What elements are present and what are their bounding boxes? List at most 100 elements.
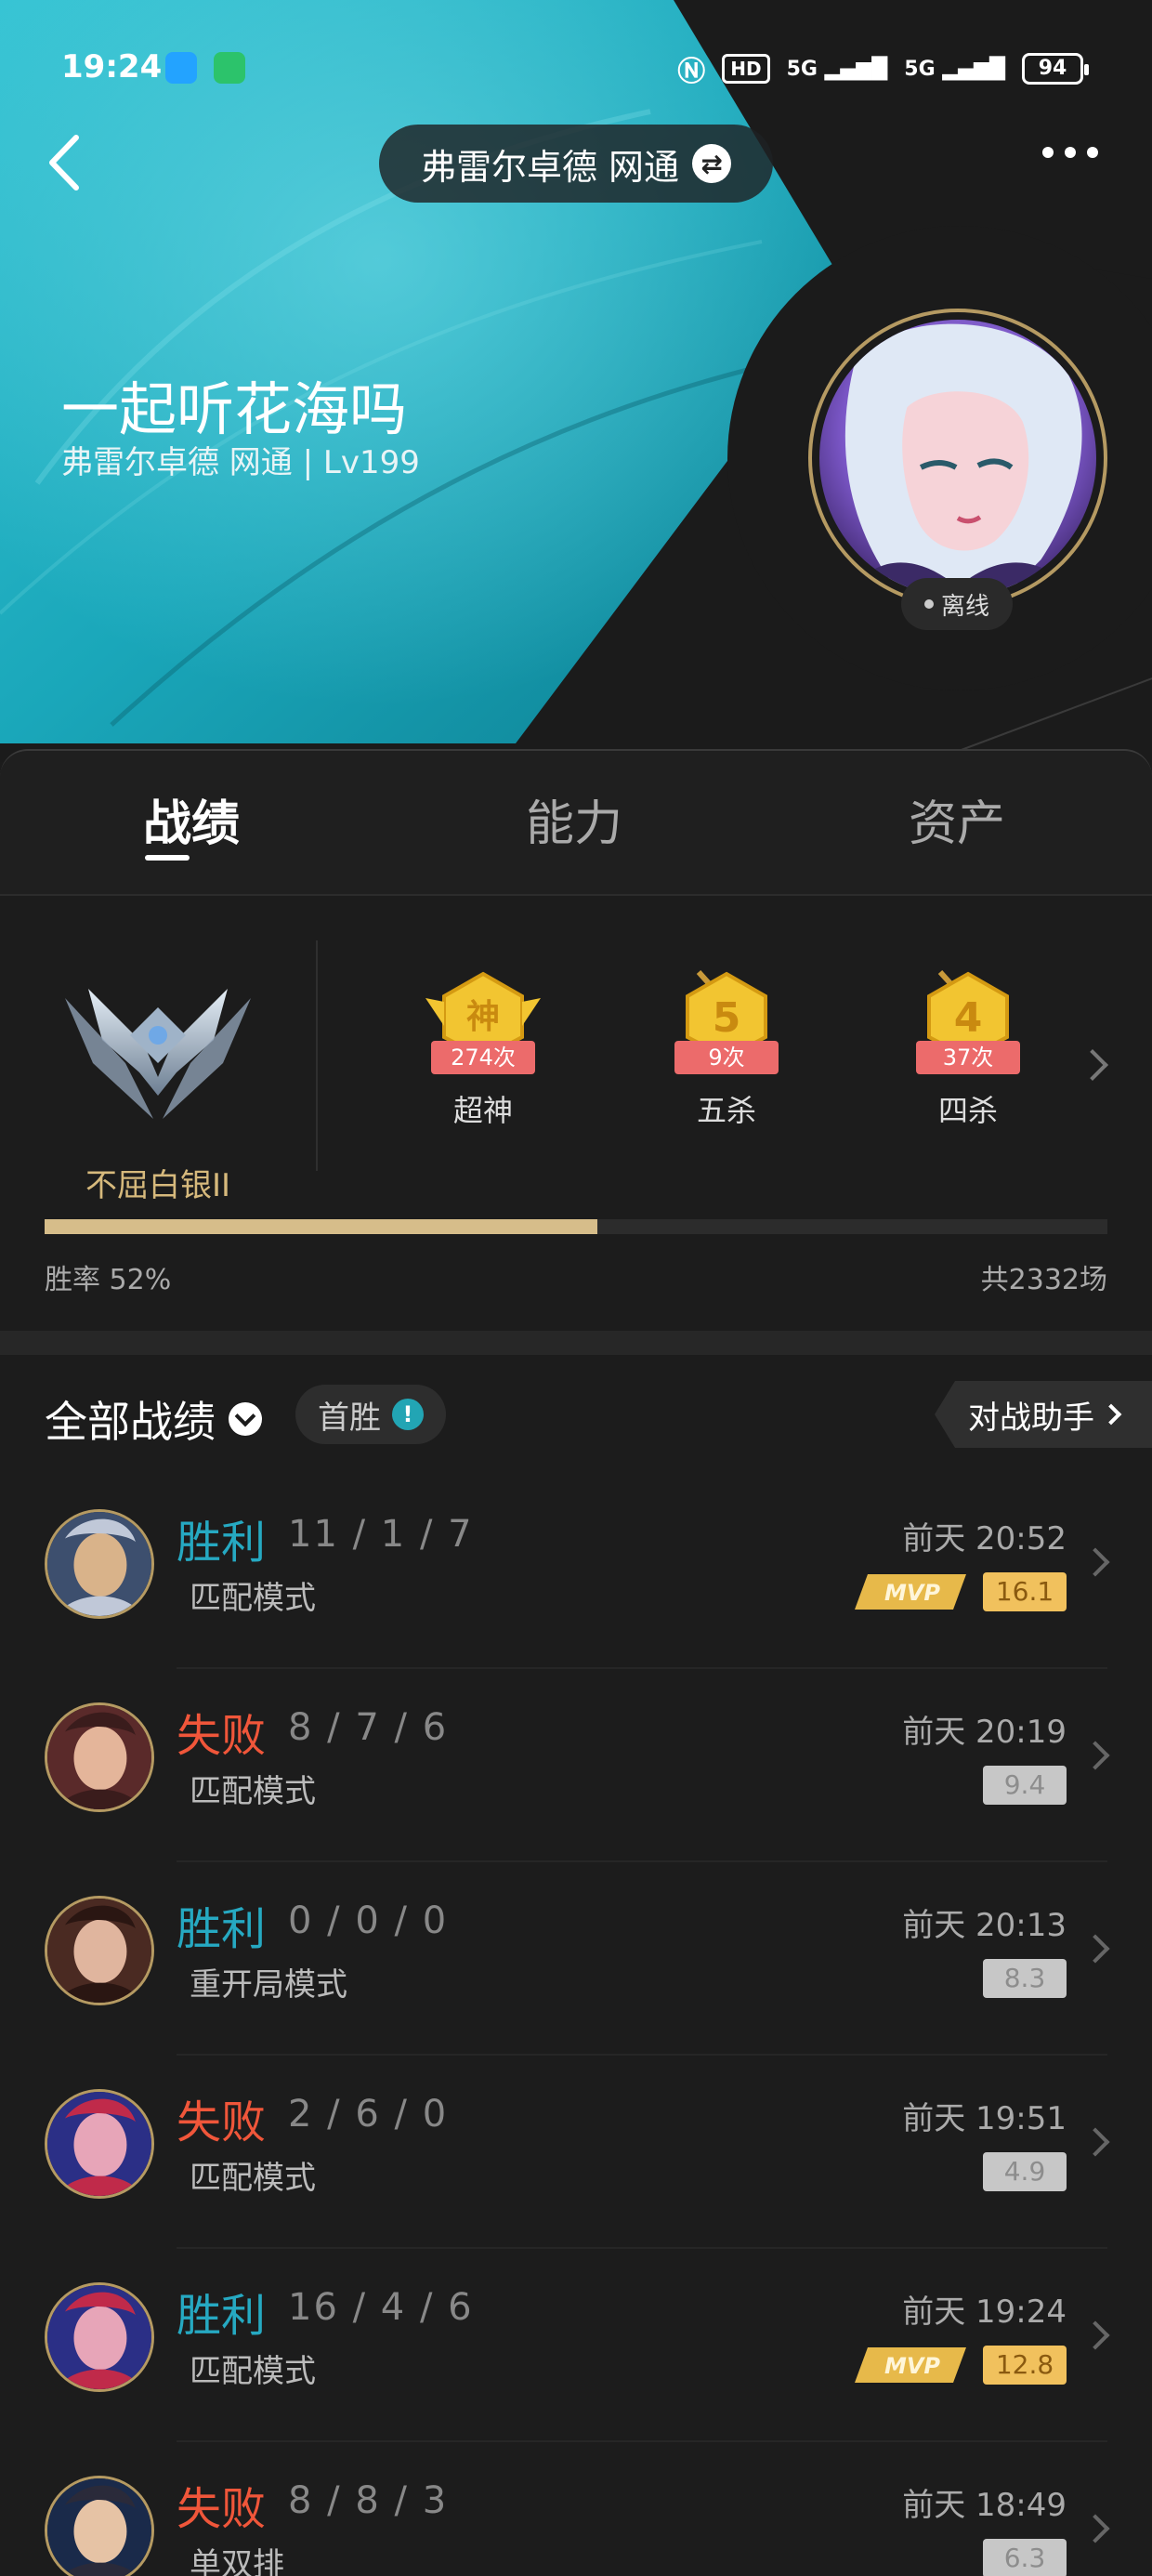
chevron-down-icon — [229, 1402, 262, 1436]
svg-text:4: 4 — [954, 994, 983, 1042]
tab-assets[interactable]: 资产 — [864, 784, 1050, 854]
match-row[interactable]: 胜利 0 / 0 / 0 重开局模式 前天 20:13 8.3 — [0, 1862, 1152, 2056]
match-kda: 16 / 4 / 6 — [288, 2286, 474, 2329]
battery-icon: 94 — [1022, 53, 1089, 85]
match-kda: 8 / 7 / 6 — [288, 1706, 449, 1749]
champion-portrait — [47, 1899, 151, 2003]
match-kda: 11 / 1 / 7 — [288, 1513, 474, 1556]
swap-icon: ⇄ — [692, 144, 732, 183]
status-bar: 19:24 Ⓝ HD 5G ▂▄▆█ 5G ▂▄▆█ 94 — [0, 0, 1152, 139]
svg-text:神: 神 — [466, 998, 500, 1036]
silver-rank-icon — [65, 989, 251, 1119]
first-win-chip[interactable]: 首胜 ! — [295, 1385, 446, 1444]
match-time: 前天 19:24 — [902, 2293, 1067, 2331]
medal-quadra-kill[interactable]: 4 37次 四杀 — [903, 969, 1033, 1147]
champion-portrait — [47, 1705, 151, 1809]
match-result: 胜利 — [177, 1517, 267, 1569]
medal-penta-kill[interactable]: 5 9次 五杀 — [661, 969, 792, 1147]
match-mode: 匹配模式 — [190, 1580, 316, 1617]
match-result: 失败 — [177, 2096, 267, 2149]
win-rate-text: 胜率 52% — [45, 1264, 172, 1296]
match-mode: 单双排 — [190, 2546, 284, 2576]
player-nickname: 一起听花海吗 — [61, 375, 408, 443]
match-score: 6.3 — [983, 2539, 1067, 2576]
match-mode: 重开局模式 — [190, 1966, 347, 2004]
tab-record[interactable]: 战绩 — [98, 784, 284, 854]
chevron-right-icon — [1080, 1934, 1110, 1964]
mvp-badge-icon: MVP — [855, 1574, 966, 1610]
dot-icon — [1065, 147, 1076, 158]
match-score: 9.4 — [983, 1766, 1067, 1805]
match-filter-dropdown[interactable]: 全部战绩 — [45, 1388, 262, 1450]
rank-badge[interactable]: 不屈白银II — [37, 933, 279, 1204]
match-time: 前天 20:19 — [902, 1714, 1067, 1751]
medal-name: 超神 — [452, 1093, 513, 1128]
medal-name: 四杀 — [937, 1093, 998, 1128]
medal-legendary[interactable]: 神 274次 超神 — [418, 970, 548, 1147]
match-mode: 匹配模式 — [190, 2353, 316, 2390]
status-dot-icon — [923, 599, 934, 609]
back-arrow-icon[interactable] — [37, 130, 102, 195]
nfc-icon: Ⓝ — [677, 56, 706, 88]
chevron-right-icon — [1080, 2320, 1110, 2350]
more-options-button[interactable] — [1042, 147, 1098, 158]
match-score: 4.9 — [983, 2152, 1067, 2191]
player-avatar[interactable] — [808, 309, 1107, 608]
match-result: 失败 — [177, 1710, 267, 1762]
status-indicators: Ⓝ HD 5G ▂▄▆█ 5G ▂▄▆█ 94 — [677, 48, 1089, 89]
stats-divider — [316, 940, 318, 1171]
champion-avatar — [45, 1896, 154, 2005]
champion-portrait — [47, 2478, 151, 2576]
info-icon: ! — [392, 1399, 424, 1430]
match-list-header: 全部战绩 首胜 ! 对战助手 — [0, 1355, 1152, 1476]
match-time: 前天 19:51 — [902, 2100, 1067, 2137]
champion-portrait — [47, 1512, 151, 1616]
avatar-portrait — [819, 320, 1096, 597]
match-score: 16.1 — [983, 1572, 1067, 1611]
champion-portrait — [47, 2285, 151, 2389]
signal-icon: 5G ▂▄▆█ — [786, 57, 888, 81]
chat-app-icon — [214, 52, 245, 84]
match-kda: 8 / 8 / 3 — [288, 2479, 449, 2522]
svg-text:MVP: MVP — [884, 2353, 940, 2379]
section-separator — [0, 1331, 1152, 1355]
match-row[interactable]: 失败 8 / 8 / 3 单双排 前天 18:49 6.3 — [0, 2442, 1152, 2576]
player-server-level: 弗雷尔卓德 网通 | Lv199 — [61, 444, 420, 481]
battle-assistant-button[interactable]: 对战助手 — [935, 1381, 1152, 1448]
match-row[interactable]: 失败 2 / 6 / 0 匹配模式 前天 19:51 4.9 — [0, 2056, 1152, 2249]
stats-panel: 不屈白银II 神 274次 超神 5 9次 五杀 4 37次 四杀 胜率 52%… — [0, 896, 1152, 1333]
win-rate-bar — [45, 1219, 1107, 1234]
battle-assistant-label: 对战助手 — [968, 1399, 1094, 1437]
chevron-right-icon — [1080, 2514, 1110, 2543]
chevron-right-icon — [1080, 2127, 1110, 2157]
svg-text:5: 5 — [713, 994, 741, 1042]
server-switch-button[interactable]: 弗雷尔卓德 网通 ⇄ — [379, 125, 773, 203]
match-score: 8.3 — [983, 1959, 1067, 1998]
medal-count: 274次 — [431, 1041, 535, 1074]
match-row[interactable]: 胜利 11 / 1 / 7 匹配模式 前天 20:52 MVP 16.1 — [0, 1476, 1152, 1669]
status-time: 19:24 — [61, 48, 163, 85]
profile-tabs: 战绩 能力 资产 — [0, 749, 1152, 896]
mvp-badge-icon: MVP — [855, 2347, 966, 2383]
rank-name: 不屈白银II — [85, 1167, 231, 1204]
match-filter-label: 全部战绩 — [45, 1397, 216, 1447]
chevron-right-icon — [1080, 1547, 1110, 1577]
match-result: 胜利 — [177, 1903, 267, 1955]
match-row[interactable]: 失败 8 / 7 / 6 匹配模式 前天 20:19 9.4 — [0, 1669, 1152, 1862]
champion-portrait — [47, 2092, 151, 2196]
online-status-badge: 离线 — [901, 578, 1013, 630]
dot-icon — [1087, 147, 1098, 158]
svg-text:MVP: MVP — [884, 1580, 940, 1606]
champion-avatar — [45, 1702, 154, 1812]
champion-avatar — [45, 2282, 154, 2392]
match-time: 前天 18:49 — [902, 2487, 1067, 2524]
chevron-right-icon — [1080, 1741, 1110, 1770]
match-score: 12.8 — [983, 2346, 1067, 2385]
match-row[interactable]: 胜利 16 / 4 / 6 匹配模式 前天 19:24 MVP 12.8 — [0, 2249, 1152, 2442]
chevron-right-icon — [1100, 1403, 1122, 1426]
match-result: 失败 — [177, 2483, 267, 2535]
signal-icon: 5G ▂▄▆█ — [904, 57, 1005, 81]
medals-more-chevron-icon[interactable] — [1077, 1049, 1108, 1081]
match-kda: 2 / 6 / 0 — [288, 2093, 449, 2136]
tab-ability[interactable]: 能力 — [481, 784, 667, 854]
